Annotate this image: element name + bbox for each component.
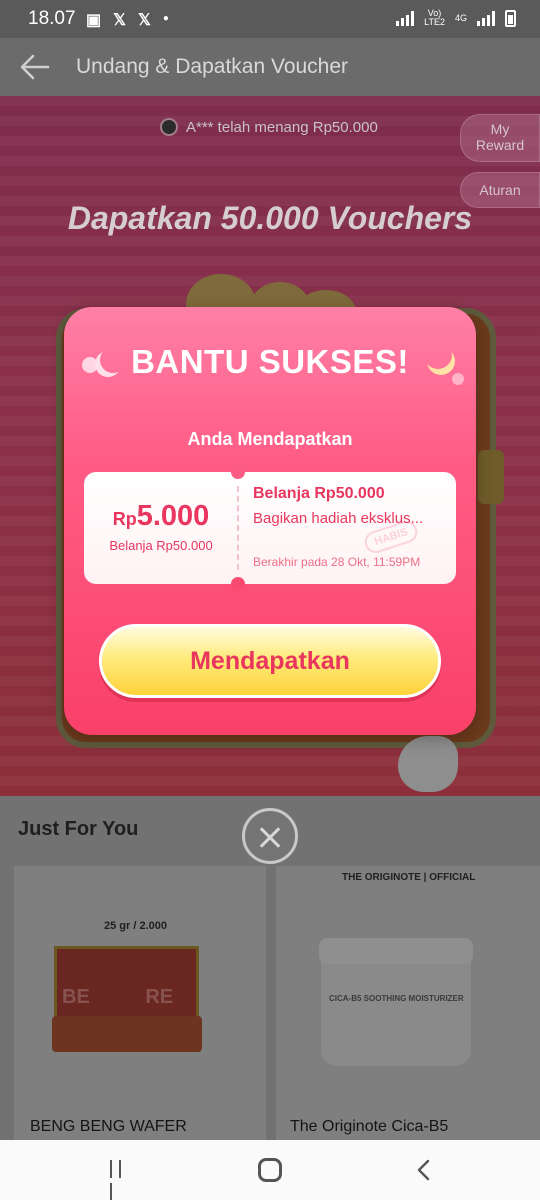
battery-icon xyxy=(505,9,516,27)
x-icon: 𝕏 xyxy=(113,12,127,29)
voucher-amount: Rp5.000 xyxy=(112,500,210,532)
product-image xyxy=(52,1016,202,1052)
x-icon: 𝕏 xyxy=(138,12,151,29)
latch-decoration xyxy=(478,450,504,504)
brand-label: THE ORIGINOTE | OFFICIAL xyxy=(342,872,476,883)
jar-label: CICA-B5 SOOTHING MOISTURIZER xyxy=(329,994,464,1003)
signal-icon xyxy=(477,10,495,26)
claim-button[interactable]: Mendapatkan xyxy=(99,624,441,698)
signal-icon xyxy=(396,10,415,26)
recents-icon[interactable] xyxy=(110,1160,134,1200)
image-icon: ▣ xyxy=(86,12,102,29)
back-icon[interactable] xyxy=(416,1159,430,1181)
product-badge: 25 gr / 2.000 xyxy=(104,920,167,932)
product-title[interactable]: BENG BENG WAFER xyxy=(30,1118,187,1136)
voucher-expiry: Berakhir pada 28 Okt, 11:59PM xyxy=(253,555,421,569)
product-card[interactable]: 25 gr / 2.000 BE RE xyxy=(14,866,266,1156)
pointer-hand-illustration xyxy=(398,736,458,792)
network-label: Vo) LTE2 xyxy=(424,8,445,27)
arrow-left-icon[interactable] xyxy=(20,54,50,80)
dot-icon: ● xyxy=(162,13,169,24)
product-title[interactable]: The Originote Cica-B5 xyxy=(290,1118,448,1136)
status-time: 18.07 xyxy=(28,8,76,29)
system-nav-bar xyxy=(0,1140,540,1200)
my-reward-button[interactable]: My Reward xyxy=(460,114,540,162)
product-watermark: BE RE xyxy=(62,986,174,1008)
modal-title: BANTU SUKSES! xyxy=(131,343,409,380)
winner-ticker: A*** telah menang Rp50.000 xyxy=(160,118,378,136)
network-4g: 4G xyxy=(454,12,467,23)
close-icon[interactable] xyxy=(242,808,298,864)
app-bar: Undang & Dapatkan Voucher xyxy=(0,38,540,96)
home-icon[interactable] xyxy=(258,1158,282,1182)
page-title: Undang & Dapatkan Voucher xyxy=(76,55,349,78)
reward-modal: BANTU SUKSES! Anda Mendapatkan Rp5.000 B… xyxy=(64,307,476,735)
avatar xyxy=(160,118,178,136)
product-image: CICA-B5 SOOTHING MOISTURIZER xyxy=(319,938,473,1066)
product-card[interactable]: THE ORIGINOTE | OFFICIAL CICA-B5 SOOTHIN… xyxy=(276,866,540,1156)
claim-button-label: Mendapatkan xyxy=(190,647,350,675)
voucher-card: Rp5.000 Belanja Rp50.000 Belanja Rp50.00… xyxy=(84,465,456,591)
voucher-min-spend: Belanja Rp50.000 xyxy=(109,538,213,553)
campaign-headline: Dapatkan 50.000 Vouchers xyxy=(67,200,473,236)
modal-subtitle: Anda Mendapatkan xyxy=(187,429,353,449)
voucher-name: Belanja Rp50.000 xyxy=(253,485,385,502)
section-heading: Just For You xyxy=(18,818,139,840)
status-bar: 18.07 ▣ 𝕏 𝕏 ● Vo) LTE2 4G xyxy=(0,0,540,38)
